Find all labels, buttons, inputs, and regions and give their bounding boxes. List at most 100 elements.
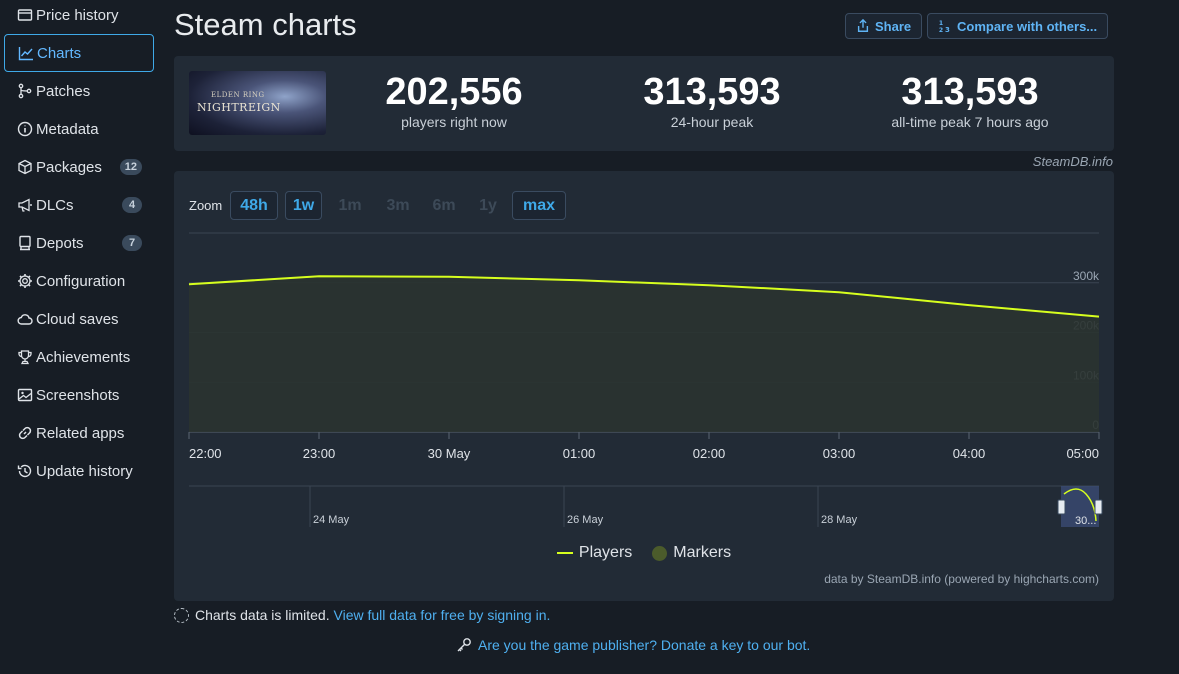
branch-icon — [16, 82, 34, 100]
donate-key-link[interactable]: Are you the game publisher? Donate a key… — [478, 637, 810, 653]
compare-label: Compare with others... — [957, 18, 1098, 34]
key-icon — [457, 638, 471, 652]
sidebar-item-label: Patches — [36, 82, 91, 100]
dashed-circle-icon — [174, 607, 189, 623]
limited-text: Charts data is limited. — [195, 607, 330, 623]
sidebar-item-packages[interactable]: Packages 12 — [4, 148, 154, 186]
peak-24h-label: 24-hour peak — [670, 114, 754, 130]
sidebar-item-label: Metadata — [36, 120, 99, 138]
sidebar-item-label: Update history — [36, 462, 133, 480]
sidebar-item-update-history[interactable]: Update history — [4, 452, 154, 490]
sidebar-item-label: Price history — [36, 6, 119, 24]
link-icon — [16, 424, 34, 442]
navigator-date-label: 26 May — [567, 514, 604, 526]
sidebar-item-cloud-saves[interactable]: Cloud saves — [4, 300, 154, 338]
sidebar-item-patches[interactable]: Patches — [4, 72, 154, 110]
alltime-peak-label: all-time peak 7 hours ago — [891, 114, 1049, 130]
x-tick-label: 03:00 — [823, 446, 856, 461]
game-logo-line1: ELDEN RING — [211, 91, 265, 99]
sign-in-link[interactable]: View full data for free by signing in. — [334, 607, 551, 623]
share-label: Share — [875, 18, 912, 34]
sidebar-item-configuration[interactable]: Configuration — [4, 262, 154, 300]
data-limited-note: Charts data is limited. View full data f… — [174, 607, 550, 623]
sidebar-item-screenshots[interactable]: Screenshots — [4, 376, 154, 414]
navigator-date-label: 30... — [1075, 515, 1096, 527]
navigator-date-label: 28 May — [821, 514, 858, 526]
sidebar-item-price-history[interactable]: Price history — [4, 0, 154, 34]
steamdb-watermark: SteamDB.info — [1032, 154, 1113, 169]
trophy-icon — [16, 348, 34, 366]
x-tick-label: 05:00 — [1066, 446, 1099, 461]
share-icon — [857, 19, 869, 32]
sort-numeric-icon: 12 3 — [939, 20, 950, 33]
y-tick-label: 300k — [1073, 269, 1100, 283]
compare-button[interactable]: 123 Compare with others... — [927, 13, 1109, 39]
sidebar-item-label: Depots — [36, 234, 84, 252]
x-tick-label: 30 May — [428, 446, 471, 461]
legend-players-label: Players — [578, 544, 633, 561]
sidebar-item-label: DLCs — [36, 196, 74, 214]
players-now-value: 202,556 — [385, 71, 523, 113]
x-tick-label: 02:00 — [693, 446, 726, 461]
share-button[interactable]: Share — [845, 13, 923, 39]
navigator-date-label: 24 May — [313, 514, 350, 526]
gear-icon — [16, 272, 34, 290]
box-icon — [16, 158, 34, 176]
stat-players-now: 202,556 players right now — [324, 72, 584, 130]
chart-legend: Players Markers — [174, 544, 1114, 562]
history-icon — [16, 462, 34, 480]
navigator-handle-left[interactable] — [1057, 499, 1066, 515]
alltime-peak-value: 313,593 — [901, 71, 1039, 113]
stat-24h-peak: 313,593 24-hour peak — [582, 72, 842, 130]
x-tick-label: 23:00 — [303, 446, 336, 461]
count-badge: 12 — [119, 159, 142, 175]
legend-markers[interactable]: Markers — [652, 544, 731, 562]
stat-alltime-peak: 313,593 all-time peak 7 hours ago — [840, 72, 1100, 130]
legend-markers-label: Markers — [673, 544, 732, 561]
info-icon — [16, 120, 34, 138]
sidebar-item-dlcs[interactable]: DLCs 4 — [4, 186, 154, 224]
x-tick-label: 04:00 — [953, 446, 986, 461]
sidebar-item-depots[interactable]: Depots 7 — [4, 224, 154, 262]
players-now-label: players right now — [401, 114, 507, 130]
svg-text:1: 1 — [939, 20, 943, 27]
sidebar-item-label: Related apps — [36, 424, 125, 442]
sidebar-item-achievements[interactable]: Achievements — [4, 338, 154, 376]
image-icon — [16, 386, 34, 404]
markers-dot-symbol — [652, 545, 668, 561]
players-area — [189, 276, 1099, 432]
count-badge: 4 — [122, 197, 142, 213]
player-chart[interactable]: 0100k200k300k22:0023:0030 May01:0002:000… — [174, 171, 1114, 541]
chart-panel: Zoom 48h1w1m3m6m1ymax 0100k200k300k22:00… — [174, 171, 1114, 601]
stats-panel: ELDEN RING NIGHTREIGN 202,556 players ri… — [174, 56, 1114, 151]
sidebar-item-label: Charts — [37, 44, 82, 62]
chart-credits[interactable]: data by SteamDB.info (powered by highcha… — [824, 572, 1099, 586]
legend-players[interactable]: Players — [556, 544, 633, 562]
sidebar-item-label: Screenshots — [36, 386, 120, 404]
x-tick-label: 22:00 — [189, 446, 222, 461]
game-logo-line2: NIGHTREIGN — [197, 101, 281, 114]
sidebar: Price history Charts Patches Metadata Packag… — [0, 0, 160, 674]
sidebar-item-metadata[interactable]: Metadata — [4, 110, 154, 148]
navigator-handle-right[interactable] — [1094, 499, 1103, 515]
sidebar-item-charts[interactable]: Charts — [4, 34, 154, 72]
chart-line-icon — [17, 44, 35, 62]
page-title: Steam charts — [174, 7, 357, 42]
price-history-icon — [16, 6, 34, 24]
game-header-image[interactable]: ELDEN RING NIGHTREIGN — [189, 71, 326, 135]
sidebar-item-label: Configuration — [36, 272, 126, 290]
sidebar-item-label: Packages — [36, 158, 102, 176]
svg-text:3: 3 — [945, 26, 950, 33]
count-badge: 7 — [122, 235, 142, 251]
publisher-note: Are you the game publisher? Donate a key… — [456, 637, 810, 653]
players-line-symbol — [556, 552, 573, 554]
sidebar-item-related-apps[interactable]: Related apps — [4, 414, 154, 452]
svg-text:2: 2 — [939, 27, 943, 33]
sidebar-item-label: Achievements — [36, 348, 131, 366]
x-tick-label: 01:00 — [563, 446, 596, 461]
sidebar-item-label: Cloud saves — [36, 310, 119, 328]
megaphone-icon — [16, 196, 34, 214]
peak-24h-value: 313,593 — [643, 71, 781, 113]
cloud-icon — [16, 310, 34, 328]
depot-icon — [16, 234, 34, 252]
